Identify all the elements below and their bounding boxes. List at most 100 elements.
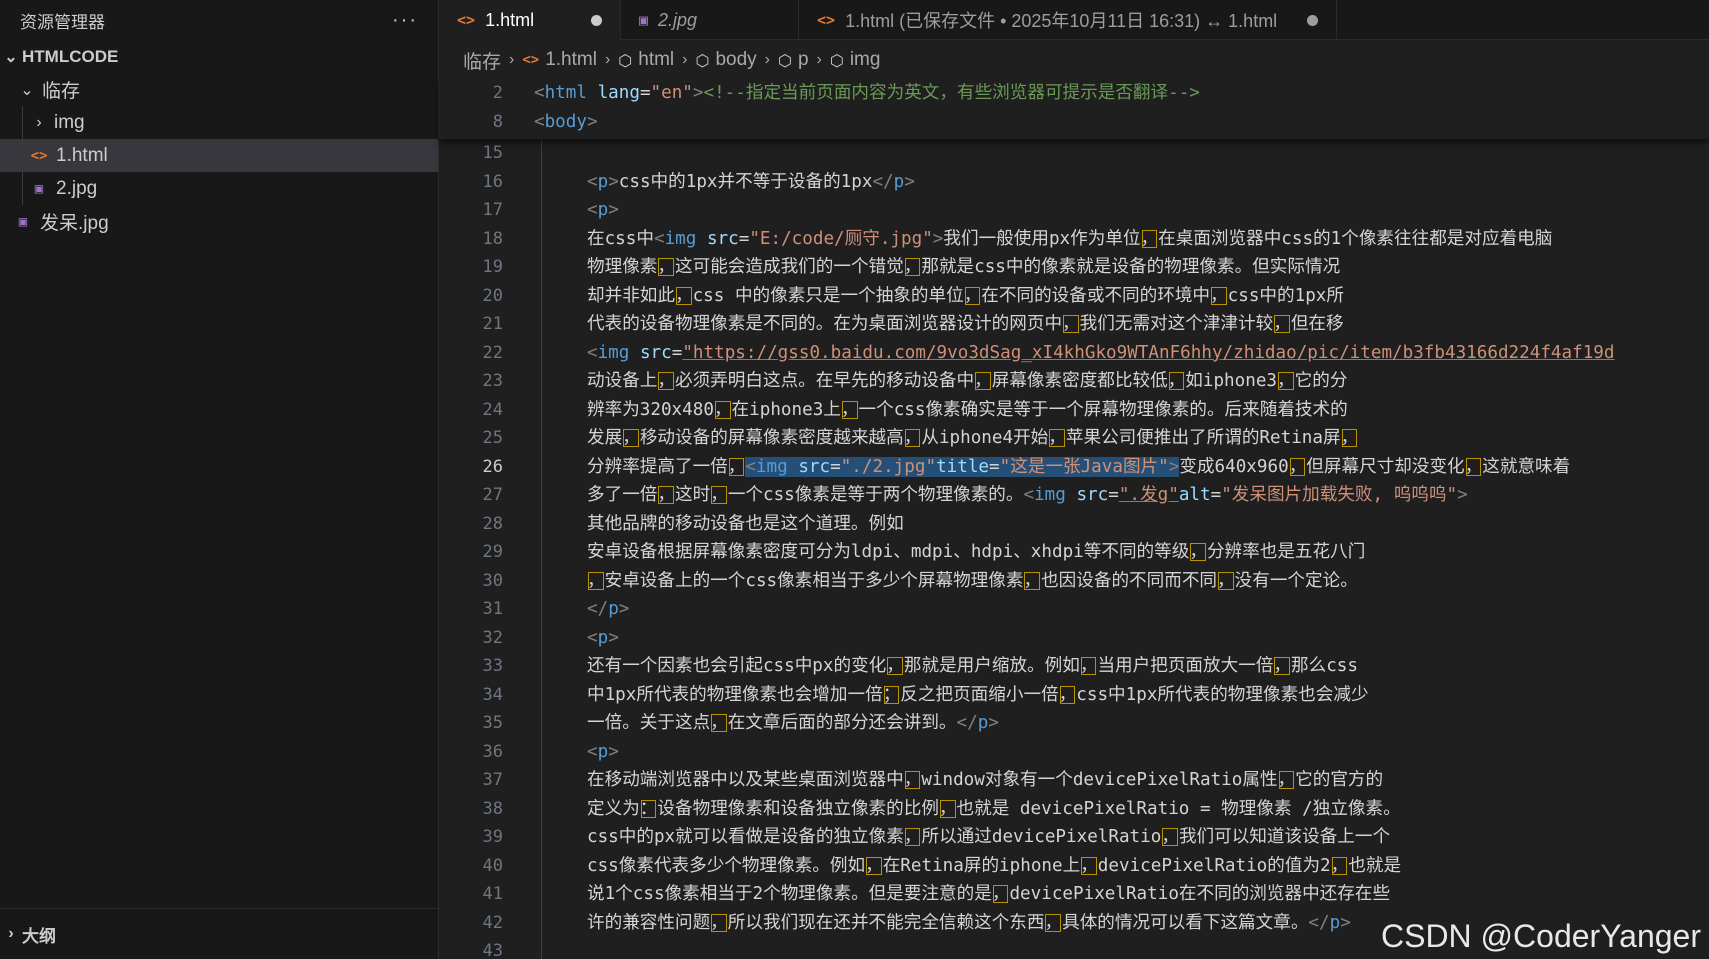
- tree-item-1-html[interactable]: <> 1.html: [0, 139, 438, 172]
- unsaved-dot-icon[interactable]: [1307, 14, 1318, 26]
- image-file-icon: ▣: [18, 213, 28, 230]
- tree-item-label: 1.html: [56, 144, 108, 166]
- workspace-root-label: HTMLCODE: [22, 46, 119, 66]
- tree-item-label: 2.jpg: [56, 177, 98, 199]
- code-text: ，安卓设备上的一个css像素相当于多少个屏幕物理像素，也因设备的不同而不同，没有…: [587, 570, 1358, 591]
- code-line[interactable]: 41 说1个css像素相当于2个物理像素。但是要注意的是，devicePixelR…: [439, 880, 1709, 909]
- code-text: 在移动端浏览器中以及某些桌面浏览器中，window对象有一个devicePixe…: [587, 770, 1384, 790]
- line-number: 40: [482, 855, 503, 876]
- indent-guide: [22, 172, 23, 205]
- symbol-element-icon: ⬡: [618, 50, 633, 70]
- breadcrumb-symbol-img[interactable]: ⬡ img: [830, 49, 881, 71]
- code-text: </p>: [587, 599, 630, 619]
- breadcrumb-symbol-body[interactable]: ⬡ body: [695, 49, 756, 71]
- line-number: 38: [482, 798, 503, 819]
- code-line[interactable]: 26 分辨率提高了一倍，<img src="./2.jpg"title="这是一张…: [439, 453, 1709, 482]
- code-line[interactable]: 37 在移动端浏览器中以及某些桌面浏览器中，window对象有一个devicePi…: [439, 766, 1709, 795]
- code-line[interactable]: 20 却并非如此，css 中的像素只是一个抽象的单位，在不同的设备或不同的环境中，…: [439, 282, 1709, 311]
- code-line[interactable]: 18 在css中<img src="E:/code/厕守.jpg">我们一般使用p…: [439, 225, 1709, 254]
- code-line[interactable]: 31 </p>: [439, 595, 1709, 624]
- code-text: 说1个css像素相当于2个物理像素。但是要注意的是，devicePixelRat…: [587, 884, 1391, 904]
- code-line[interactable]: 35 一倍。关于这点，在文章后面的部分还会讲到。</p>: [439, 709, 1709, 738]
- folder-linshi[interactable]: ⌄ 临存: [0, 73, 438, 106]
- code-line[interactable]: 34 中1px所代表的物理像素也会增加一倍；反之把页面缩小一倍，css中1px所代…: [439, 681, 1709, 710]
- breadcrumb-symbol-p[interactable]: ⬡ p: [778, 49, 809, 71]
- workspace-root-htmlcode[interactable]: ⌄ HTMLCODE: [0, 40, 438, 73]
- html-file-icon: <>: [30, 147, 48, 164]
- code-line[interactable]: 24 辨率为320x480，在iphone3上，一个css像素确实是等于一个屏幕物…: [439, 396, 1709, 425]
- tree-item-fadai-jpg[interactable]: ▣ 发呆.jpg: [0, 205, 438, 238]
- explorer-sidebar: 资源管理器 ··· ⌄ HTMLCODE ⌄ 临存 › img <> 1.htm…: [0, 0, 439, 959]
- line-number: 26: [482, 456, 503, 477]
- code-line[interactable]: 30 ，安卓设备上的一个css像素相当于多少个屏幕物理像素，也因设备的不同而不同，…: [439, 567, 1709, 596]
- code-line[interactable]: 16 <p>css中的1px并不等于设备的1px</p>: [439, 168, 1709, 197]
- code-line[interactable]: 40 css像素代表多少个物理像素。例如，在Retina屏的iphone上，dev…: [439, 852, 1709, 881]
- unsaved-dot-icon[interactable]: [591, 14, 602, 26]
- code-line[interactable]: 19 物理像素，这可能会造成我们的一个错觉，那就是css中的像素就是设备的物理像素…: [439, 253, 1709, 282]
- code-line[interactable]: 38 定义为：设备物理像素和设备独立像素的比例，也就是 devicePixelRa…: [439, 795, 1709, 824]
- code-line[interactable]: 17 <p>: [439, 196, 1709, 225]
- code-line[interactable]: 23 动设备上，必须弄明白这点。在早先的移动设备中，屏幕像素密度都比较低，如iph…: [439, 367, 1709, 396]
- tree-item-img-folder[interactable]: › img: [0, 106, 438, 139]
- outline-section[interactable]: › 大纲: [0, 908, 438, 959]
- code-line[interactable]: 32 <p>: [439, 624, 1709, 653]
- line-number: 15: [482, 143, 503, 163]
- line-number: 29: [482, 542, 503, 562]
- html-file-icon: <>: [817, 11, 836, 29]
- html-file-icon: <>: [457, 11, 476, 29]
- code-text: 却并非如此，css 中的像素只是一个抽象的单位，在不同的设备或不同的环境中，cs…: [587, 285, 1344, 306]
- code-line[interactable]: 25 发展，移动设备的屏幕像素密度越来越高，从iphone4开始，苹果公司便推出了…: [439, 424, 1709, 453]
- tab-1-html[interactable]: <> 1.html: [439, 0, 621, 40]
- breadcrumb-folder[interactable]: 临存: [463, 47, 501, 74]
- symbol-element-icon: ⬡: [695, 50, 710, 70]
- chevron-right-icon: ›: [509, 51, 515, 68]
- chevron-right-icon: ›: [8, 925, 14, 942]
- code-text: <p>css中的1px并不等于设备的1px</p>: [587, 171, 915, 192]
- code-line[interactable]: 36 <p>: [439, 738, 1709, 767]
- code-line[interactable]: 33 还有一个因素也会引起css中px的变化，那就是用户缩放。例如，当用户把页面放…: [439, 652, 1709, 681]
- more-actions-icon[interactable]: ···: [392, 9, 418, 32]
- tree-item-label: 发呆.jpg: [40, 213, 109, 234]
- sticky-scroll-header[interactable]: 2 <html lang="en"><!--指定当前页面内容为英文，有些浏览器可提…: [439, 79, 1709, 139]
- code-text: 一倍。关于这点，在文章后面的部分还会讲到。</p>: [587, 713, 999, 733]
- code-text: 代表的设备物理像素是不同的。在为桌面浏览器设计的网页中，我们无需对这个津津计较，…: [587, 314, 1344, 334]
- code-line[interactable]: 22 <img src="https://gss0.baidu.com/9vo3d…: [439, 339, 1709, 368]
- code-line[interactable]: 29 安卓设备根据屏幕像素密度可分为ldpi、mdpi、hdpi、xhdpi等不同…: [439, 538, 1709, 567]
- code-text: <body>: [534, 112, 598, 132]
- sticky-line[interactable]: 8 <body>: [439, 108, 1709, 137]
- tab-label: 1.html (已保存文件 • 2025年10月11日 16:31) ↔ 1.h…: [845, 11, 1278, 31]
- code-text: 还有一个因素也会引起css中px的变化，那就是用户缩放。例如，当用户把页面放大一…: [587, 656, 1358, 676]
- code-line[interactable]: 15: [439, 139, 1709, 168]
- tab-2-jpg[interactable]: ▣ 2.jpg: [621, 0, 799, 40]
- breadcrumb-label: html: [638, 49, 675, 70]
- breadcrumb-label: 临存: [463, 51, 502, 73]
- code-text: 许的兼容性问题，所以我们现在还并不能完全信赖这个东西，具体的情况可以看下这篇文章…: [587, 912, 1351, 933]
- code-line[interactable]: 39 css中的px就可以看做是设备的独立像素，所以通过devicePixelRa…: [439, 823, 1709, 852]
- code-line[interactable]: 28 其他品牌的移动设备也是这个道理。例如: [439, 510, 1709, 539]
- tab-diff-1-html[interactable]: <> 1.html (已保存文件 • 2025年10月11日 16:31) ↔ …: [799, 0, 1337, 40]
- code-text: 其他品牌的移动设备也是这个道理。例如: [587, 513, 904, 534]
- line-number: 27: [482, 485, 503, 505]
- line-number: 22: [482, 342, 503, 363]
- code-text: 中1px所代表的物理像素也会增加一倍；反之把页面缩小一倍，css中1px所代表的…: [587, 684, 1369, 705]
- line-number: 21: [482, 314, 503, 334]
- code-line[interactable]: 27 多了一倍，这时，一个css像素是等于两个物理像素的。<img src=".发…: [439, 481, 1709, 510]
- code-line[interactable]: 21 代表的设备物理像素是不同的。在为桌面浏览器设计的网页中，我们无需对这个津津计…: [439, 310, 1709, 339]
- line-number: 16: [482, 171, 503, 192]
- watermark: CSDN @CoderYanger: [1380, 918, 1701, 954]
- indent-guide: [22, 106, 23, 139]
- sticky-line[interactable]: 2 <html lang="en"><!--指定当前页面内容为英文，有些浏览器可提…: [439, 79, 1709, 108]
- breadcrumb-symbol-html[interactable]: ⬡ html: [618, 49, 674, 71]
- chevron-right-icon: ›: [36, 113, 42, 131]
- explorer-title: 资源管理器: [20, 12, 105, 32]
- line-number: 23: [482, 371, 503, 391]
- code-text: 物理像素，这可能会造成我们的一个错觉，那就是css中的像素就是设备的物理像素。但…: [587, 257, 1341, 277]
- outline-label: 大纲: [22, 926, 56, 946]
- chevron-down-icon: ⌄: [20, 81, 34, 99]
- code-editor[interactable]: 15 16 <p>css中的1px并不等于设备的1px</p> 17 <p> 18 在css…: [439, 139, 1709, 959]
- breadcrumb-file[interactable]: <> 1.html: [522, 49, 597, 71]
- line-number: 41: [482, 884, 503, 904]
- tree-item-2-jpg[interactable]: ▣ 2.jpg: [0, 172, 438, 205]
- image-file-icon: ▣: [639, 11, 649, 29]
- tab-label: 2.jpg: [658, 9, 698, 30]
